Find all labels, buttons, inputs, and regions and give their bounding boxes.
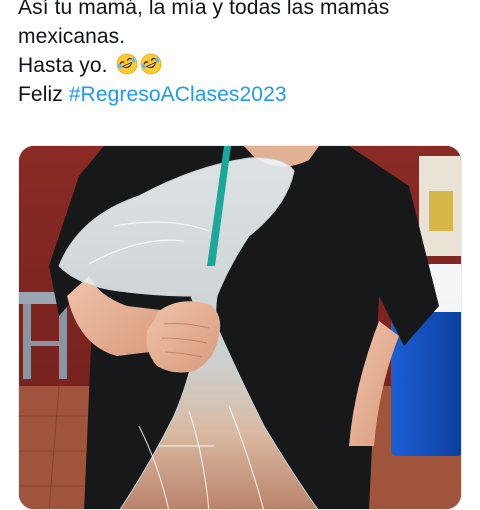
tweet-line-3-text: Hasta yo. — [18, 54, 114, 77]
rolling-on-floor-laughing-icon — [116, 53, 137, 75]
tweet-line-4-prefix: Feliz — [18, 83, 69, 106]
tweet-line-4: Feliz #RegresoAClases2023 — [18, 80, 468, 109]
tweet-media-photo[interactable] — [18, 145, 462, 510]
hashtag-link[interactable]: #RegresoAClases2023 — [69, 83, 287, 106]
photo-scene — [19, 146, 461, 509]
tweet-line-2: mexicanas. — [18, 25, 126, 48]
tweet-text: Así tu mamá, la mía y todas las mamás me… — [18, 0, 468, 109]
rolling-on-floor-laughing-icon — [140, 53, 161, 75]
tweet-line-3: Hasta yo. — [18, 51, 468, 80]
tweet-line-1: Así tu mamá, la mía y todas las mamás — [18, 0, 390, 19]
